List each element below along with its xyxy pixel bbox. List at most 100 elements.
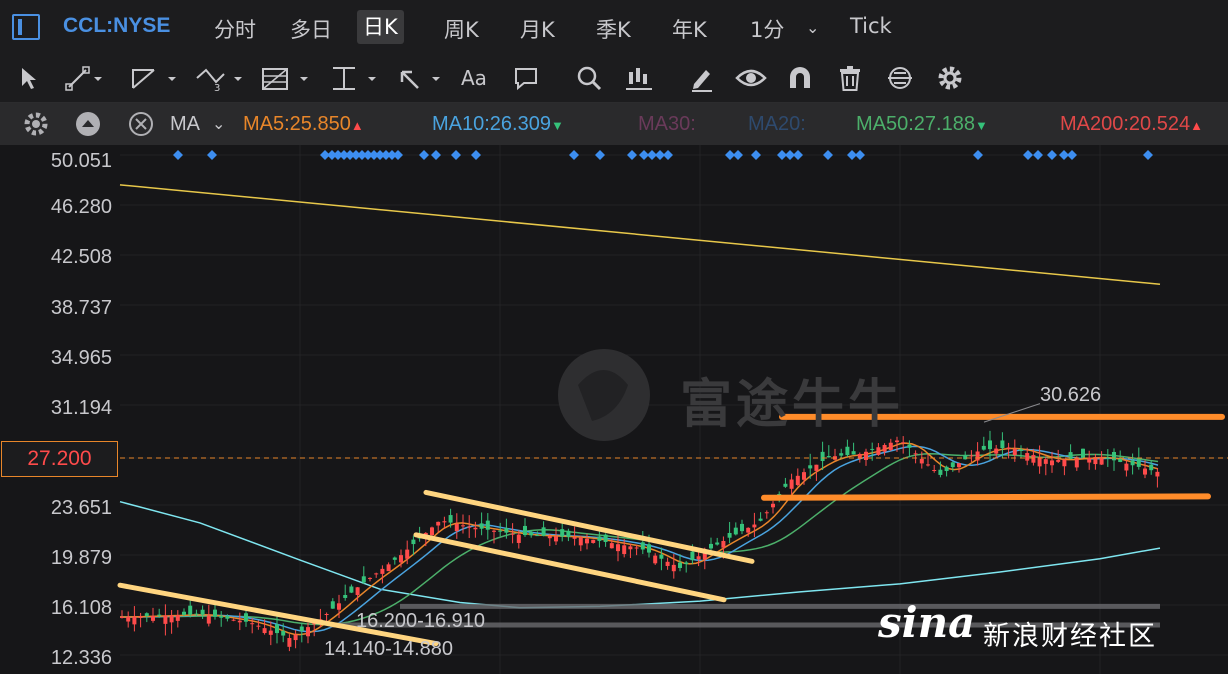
arrow-tool-icon[interactable]: [396, 64, 446, 94]
comment-tool-icon[interactable]: [512, 64, 540, 94]
candle-body: [1043, 459, 1048, 464]
tab-weekly-k[interactable]: 周K: [444, 14, 479, 44]
candle-body: [392, 557, 397, 560]
candle-body: [1019, 449, 1023, 451]
y-tick-label: 42.508: [50, 246, 112, 268]
signal-marker: [751, 150, 761, 160]
stock-symbol[interactable]: CCL:NYSE: [63, 14, 170, 38]
candle-body: [783, 483, 788, 487]
candle-body: [324, 613, 329, 615]
tab-intraday[interactable]: 分时: [214, 14, 256, 44]
y-tick-label: 46.280: [50, 196, 112, 218]
candle-body: [281, 630, 286, 636]
candle-body: [963, 455, 968, 460]
fibonacci-tool-icon[interactable]: [260, 64, 312, 94]
magnet-icon[interactable]: [786, 64, 814, 94]
signal-marker: [419, 150, 429, 160]
candle-body: [690, 551, 695, 561]
tab-monthly-k[interactable]: 月K: [520, 14, 555, 44]
resistance-annotation: 30.626: [1040, 384, 1102, 406]
candle-body: [541, 527, 546, 536]
candle-body: [244, 613, 248, 622]
candle-body: [994, 448, 999, 454]
candle-body: [126, 616, 131, 622]
candle-body: [789, 479, 794, 489]
candle-body: [132, 616, 137, 625]
candle-body: [678, 562, 682, 568]
candle-body: [981, 445, 986, 450]
close-icon[interactable]: [127, 110, 155, 140]
candle-body: [256, 625, 261, 627]
candle-body: [1130, 460, 1135, 466]
ma30-label: MA30:: [638, 113, 696, 135]
sidebar-toggle-icon[interactable]: [12, 14, 40, 40]
wave-tool-icon[interactable]: 3: [194, 64, 246, 94]
candle-body: [913, 453, 918, 455]
cursor-icon[interactable]: [18, 64, 40, 94]
measure-tool-icon[interactable]: [328, 64, 380, 94]
tab-multiday[interactable]: 多日: [290, 14, 332, 44]
candle-body: [275, 624, 279, 634]
tab-1min[interactable]: 1分: [750, 14, 784, 44]
candle-body: [944, 466, 949, 472]
indicator-icon[interactable]: [624, 64, 654, 94]
signal-marker: [595, 150, 605, 160]
range-annotation-lower: 14.140-14.880: [324, 638, 454, 660]
candle-body: [175, 615, 180, 621]
line-tool-icon[interactable]: [64, 64, 104, 94]
sina-logo: sina: [878, 598, 976, 647]
signal-marker: [663, 150, 673, 160]
signal-marker: [1023, 150, 1033, 160]
candle-body: [1062, 459, 1067, 467]
candle-body: [826, 456, 831, 458]
chevron-down-icon[interactable]: ⌄: [212, 114, 225, 134]
gear-icon[interactable]: [936, 64, 964, 94]
candle-body: [609, 543, 614, 549]
ma5-label: MA5:25.850▲: [243, 113, 364, 135]
candle-body: [653, 555, 658, 564]
ma20-label: MA20:: [748, 113, 806, 135]
y-tick-label: 31.194: [50, 397, 112, 419]
signal-marker: [173, 150, 183, 160]
candle-body: [870, 448, 875, 450]
signal-marker: [451, 150, 461, 160]
channel-tool-icon[interactable]: [128, 64, 178, 94]
candle-body: [647, 544, 651, 553]
candle-body: [684, 562, 689, 565]
candle-body: [919, 458, 924, 464]
chevron-down-icon[interactable]: ⌄: [806, 18, 819, 37]
candle-body: [603, 534, 608, 543]
signal-marker: [793, 150, 803, 160]
eye-icon[interactable]: [735, 64, 767, 94]
trash-icon[interactable]: [836, 64, 864, 94]
candle-body: [380, 568, 385, 574]
support-line: [761, 493, 1211, 501]
candle-body: [194, 613, 199, 615]
candle-body: [467, 526, 472, 528]
tab-quarterly-k[interactable]: 季K: [596, 14, 631, 44]
y-tick-label: 23.651: [50, 497, 112, 519]
search-icon[interactable]: [575, 64, 603, 94]
text-tool-icon[interactable]: Aa: [461, 66, 487, 96]
candle-body: [535, 535, 540, 537]
candle-body: [820, 451, 825, 462]
collapse-icon[interactable]: [74, 110, 102, 140]
candle-body: [461, 525, 465, 527]
candle-body: [1031, 455, 1036, 463]
candle-body: [597, 536, 602, 541]
candle-body: [882, 444, 887, 452]
tab-tick[interactable]: Tick: [850, 14, 892, 38]
candle-body: [330, 601, 335, 609]
ma-selector[interactable]: MA: [170, 113, 200, 136]
sync-icon[interactable]: [884, 64, 916, 94]
pen-icon[interactable]: [688, 64, 716, 94]
candle-body: [498, 530, 503, 532]
tab-yearly-k[interactable]: 年K: [672, 14, 707, 44]
candle-body: [758, 518, 763, 521]
tab-daily-k[interactable]: 日K: [357, 10, 404, 44]
candle-body: [237, 620, 242, 623]
settings-icon[interactable]: [22, 110, 50, 140]
ma50-label: MA50:27.188▼: [856, 113, 988, 135]
candle-body: [938, 469, 943, 475]
candle-body: [337, 603, 341, 610]
